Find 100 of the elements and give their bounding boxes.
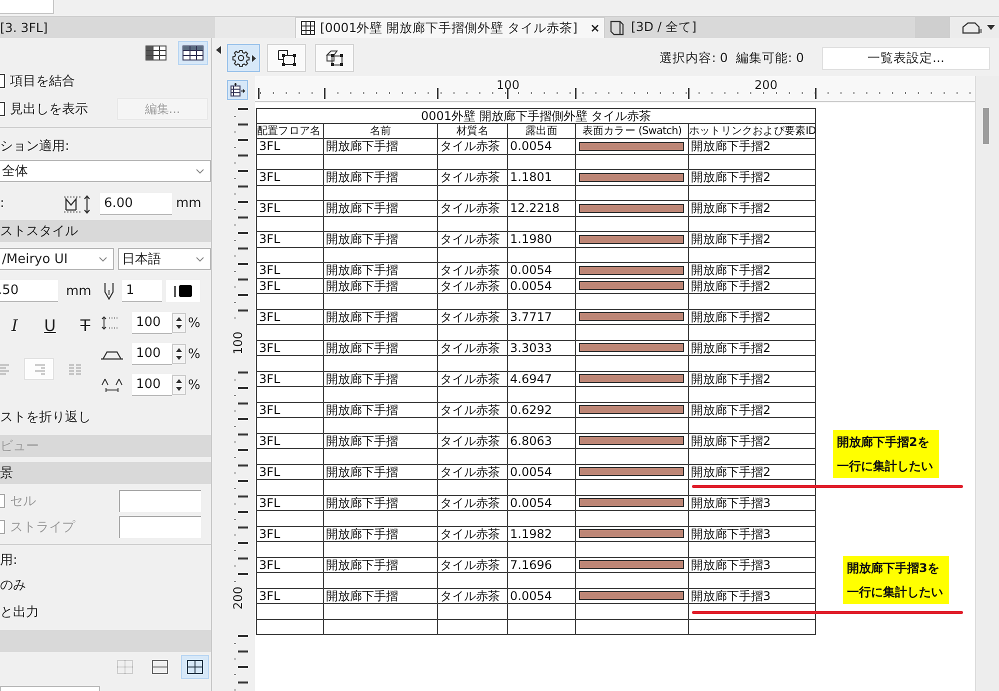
gear-icon <box>232 49 250 67</box>
caret-icon[interactable] <box>987 24 995 30</box>
column-header: 名前 <box>324 124 438 138</box>
table-cell: 開放廊下手摺 <box>324 495 438 510</box>
color-field[interactable] <box>119 490 201 512</box>
table-cell: タイル赤茶 <box>438 495 508 510</box>
table-cell: 7.1696 <box>508 557 576 572</box>
status-text: 選択内容: 0 <box>660 50 728 66</box>
field-label: 用: <box>0 552 18 569</box>
tab[interactable]: [3D / 全て] <box>605 17 915 38</box>
checkbox-label: セル <box>10 492 36 510</box>
option-label: と出力 <box>0 604 39 621</box>
tab-label: [3D / 全て] <box>631 19 696 36</box>
house-icon[interactable] <box>961 20 985 36</box>
column-header: 材質名 <box>438 124 508 138</box>
table-cell: 開放廊下手摺2 <box>688 309 816 324</box>
column-header: 表面カラー (Swatch) <box>576 124 688 138</box>
dropdown[interactable]: /Meiryo UI <box>0 248 114 270</box>
table-cell: 3.3033 <box>508 340 576 356</box>
table-cell: 0.6292 <box>508 402 576 418</box>
table-cell: 開放廊下手摺2 <box>688 464 816 480</box>
input-field[interactable]: 1 <box>122 280 162 302</box>
toolbar-button[interactable] <box>267 44 306 72</box>
input-field[interactable]: 100 <box>132 312 172 334</box>
table-cell: タイル赤茶 <box>438 138 508 154</box>
chevron-icon <box>99 256 107 262</box>
table-cell: 3FL <box>256 464 324 480</box>
style-button[interactable]: I <box>0 314 30 336</box>
section-header: ストスタイル <box>0 223 78 240</box>
spin-button[interactable] <box>172 313 186 333</box>
table-cell: 開放廊下手摺 <box>324 170 438 185</box>
table-cell: 開放廊下手摺 <box>324 200 438 216</box>
table-cell: 開放廊下手摺2 <box>688 433 816 448</box>
tab[interactable]: [0001外壁 開放廊下手摺側外壁 タイル赤茶] × <box>295 17 605 38</box>
schedule-settings-button[interactable]: 一覧表設定... <box>822 46 990 70</box>
table-cell: 3FL <box>256 170 324 185</box>
table-cell: タイル赤茶 <box>438 433 508 448</box>
table-cell: タイル赤茶 <box>438 402 508 418</box>
section-header: 景 <box>0 465 13 482</box>
table-cell: 3FL <box>256 526 324 542</box>
checkbox-label: ストを折り返し <box>0 409 91 426</box>
table-cell: タイル赤茶 <box>438 232 508 247</box>
dropdown[interactable]: 日本語 <box>118 248 211 270</box>
input-field[interactable]: 100 <box>132 343 172 365</box>
pen-icon <box>102 282 116 300</box>
pen-color-button[interactable] <box>166 280 200 302</box>
table-cell: 3FL <box>256 402 324 418</box>
table-cell: 0.0054 <box>508 495 576 510</box>
input-field[interactable] <box>0 0 54 14</box>
spin-button[interactable] <box>172 375 186 395</box>
dropdown[interactable]: 全体 <box>0 160 211 182</box>
table-cell: 4.6947 <box>508 371 576 386</box>
collapse-icon[interactable] <box>216 46 221 54</box>
table-cell: 3FL <box>256 232 324 247</box>
align-button[interactable] <box>24 358 54 380</box>
table-cell: 0.0054 <box>508 138 576 154</box>
style-button[interactable]: U <box>35 314 65 336</box>
view-button[interactable] <box>178 41 208 65</box>
table-icon <box>145 45 167 61</box>
spin-button[interactable] <box>172 344 186 364</box>
style-button[interactable]: T <box>70 314 100 336</box>
table-cell: 3FL <box>256 495 324 510</box>
list-icon <box>230 83 246 97</box>
table-cell: 3FL <box>256 433 324 448</box>
input-field[interactable]: 6.00 <box>100 192 172 214</box>
table-cell: 3FL <box>256 340 324 356</box>
table-cell: 1.1980 <box>508 232 576 247</box>
settings-button[interactable] <box>227 44 260 72</box>
input-field[interactable]: 100 <box>132 374 172 396</box>
close-button[interactable]: × <box>590 21 600 35</box>
table-cell: 開放廊下手摺3 <box>688 526 816 542</box>
checkbox-label: 見出しを表示 <box>10 101 88 118</box>
table-cell: 開放廊下手摺 <box>324 526 438 542</box>
grid-button[interactable] <box>181 655 209 679</box>
table-cell: 開放廊下手摺 <box>324 464 438 480</box>
table-cell: 開放廊下手摺 <box>324 262 438 278</box>
table-icon <box>182 45 204 61</box>
field-label: : <box>0 196 6 211</box>
tab[interactable]: [3. 3FL] <box>0 17 215 38</box>
chevron-icon <box>196 168 204 174</box>
table-cell: タイル赤茶 <box>438 170 508 185</box>
unit-label: % <box>188 316 200 330</box>
tab-label: [3. 3FL] <box>0 20 48 35</box>
column-header: 露出面 <box>508 124 576 138</box>
color-field[interactable] <box>119 516 201 538</box>
scrollbar-thumb[interactable] <box>983 108 989 144</box>
align-icon <box>67 362 83 376</box>
table-cell: 開放廊下手摺 <box>324 309 438 324</box>
grid-lines-icon <box>186 659 204 675</box>
list-button[interactable] <box>227 80 248 100</box>
table-cell: 開放廊下手摺 <box>324 138 438 154</box>
table-cell: タイル赤茶 <box>438 557 508 572</box>
toolbar-button[interactable] <box>315 44 354 72</box>
table-cell: 0.0054 <box>508 464 576 480</box>
table-cell: 開放廊下手摺2 <box>688 340 816 356</box>
table-cell: 3FL <box>256 262 324 278</box>
table-cell: 開放廊下手摺2 <box>688 232 816 247</box>
table-cell: 0.0054 <box>508 588 576 604</box>
table-cell: 開放廊下手摺 <box>324 402 438 418</box>
table-cell: タイル赤茶 <box>438 200 508 216</box>
